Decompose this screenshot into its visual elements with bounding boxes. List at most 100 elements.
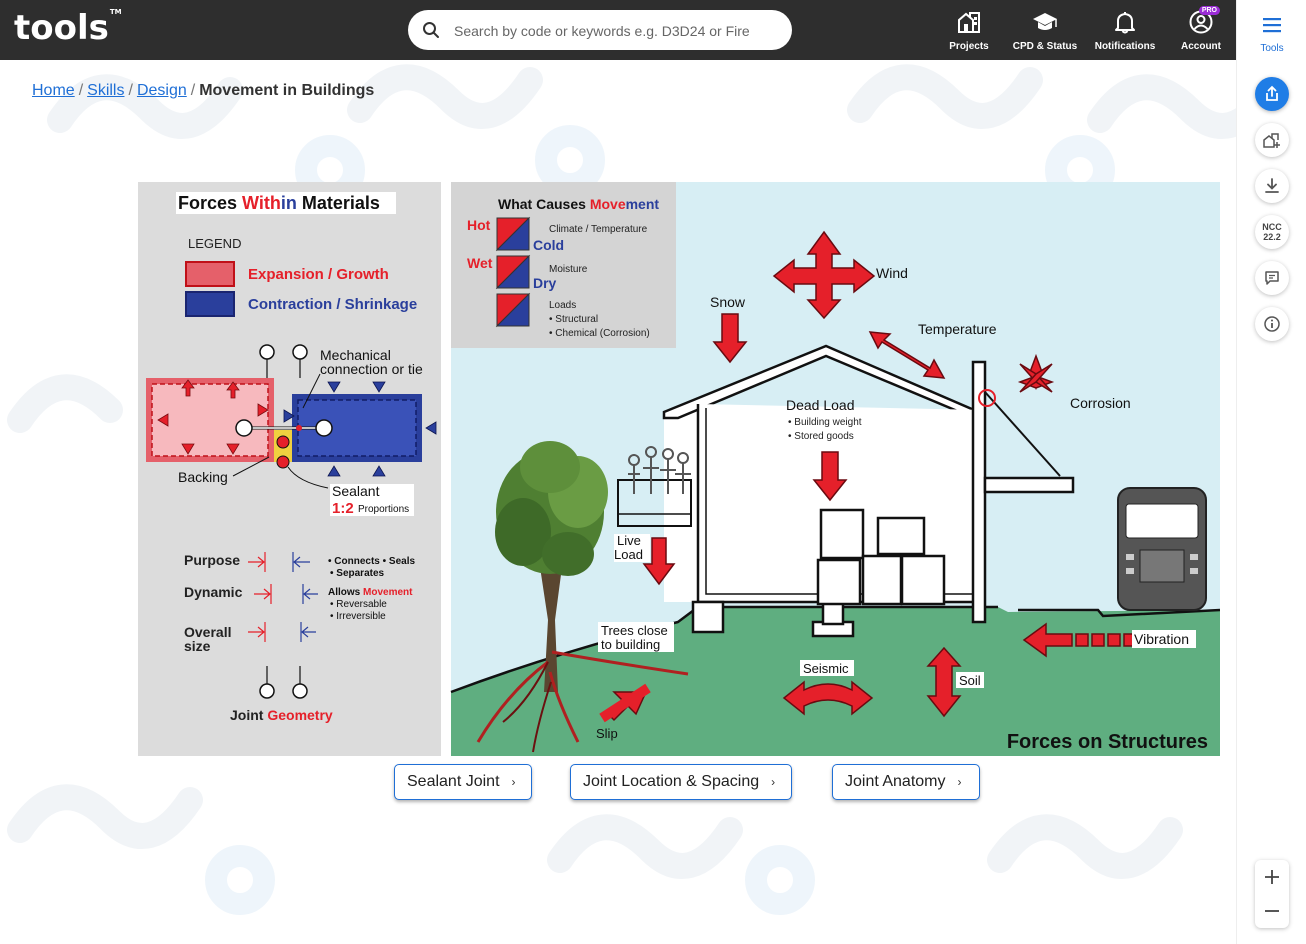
building-weight-label: • Building weight xyxy=(788,417,862,428)
nav-cpd-label: CPD & Status xyxy=(1012,41,1078,52)
hamburger-menu-icon xyxy=(1263,18,1281,33)
download-button[interactable] xyxy=(1255,169,1289,203)
forces-within-title: Forces Within Materials xyxy=(178,193,380,213)
ncc-version-button[interactable]: NCC 22.2 xyxy=(1255,215,1289,249)
pro-badge: PRO xyxy=(1198,6,1220,15)
download-icon xyxy=(1265,178,1279,193)
search-box[interactable] xyxy=(408,10,792,50)
loads-label: Loads xyxy=(549,300,576,311)
movement-in-buildings-diagram: Forces Within Materials LEGEND Expansion… xyxy=(138,182,1220,756)
breadcrumb-separator: / xyxy=(190,82,196,99)
allows-movement: Allows Movement xyxy=(328,587,413,598)
minus-icon xyxy=(1265,910,1279,912)
chevron-right-icon: › xyxy=(957,775,962,789)
nav-cpd-status[interactable]: CPD & Status xyxy=(1012,10,1078,54)
temperature-label: Temperature xyxy=(918,321,997,337)
graduation-cap-icon xyxy=(1033,13,1057,30)
dead-load-label: Dead Load xyxy=(786,397,855,413)
breadcrumb-separator: / xyxy=(128,82,133,99)
breadcrumb-current: Movement in Buildings xyxy=(199,82,375,99)
info-button[interactable] xyxy=(1255,307,1289,341)
structural-label: • Structural xyxy=(549,314,598,325)
nav-projects-label: Projects xyxy=(949,41,989,52)
share-button[interactable] xyxy=(1255,77,1289,111)
zoom-out-button[interactable] xyxy=(1255,894,1289,928)
trees-close-label-1: Trees close xyxy=(601,623,668,638)
nav-projects[interactable]: Projects xyxy=(946,10,992,54)
dry-label: Dry xyxy=(533,275,557,291)
nav-notifications-label: Notifications xyxy=(1094,41,1156,52)
hot-label: Hot xyxy=(467,217,491,233)
reversable-label: • Reversable xyxy=(330,599,387,610)
joint-anatomy-label: Joint Anatomy xyxy=(845,773,946,790)
ncc-version: 22.2 xyxy=(1263,232,1281,242)
backing-label: Backing xyxy=(178,469,228,485)
overall-label-2: size xyxy=(184,638,211,654)
comment-button[interactable] xyxy=(1255,261,1289,295)
nav-account-label: Account xyxy=(1181,41,1221,52)
irreversible-label: • Irreversible xyxy=(330,611,386,622)
nav-account[interactable]: PRO Account xyxy=(1178,6,1224,54)
wet-label: Wet xyxy=(467,255,493,271)
moisture-label: Moisture xyxy=(549,264,588,275)
info-icon xyxy=(1264,316,1280,332)
nav-notifications[interactable]: Notifications xyxy=(1094,10,1156,54)
add-project-icon xyxy=(1263,133,1280,148)
joint-location-link[interactable]: Joint Location & Spacing › xyxy=(570,764,792,800)
dynamic-label: Dynamic xyxy=(184,584,243,600)
breadcrumb-design[interactable]: Design xyxy=(137,82,187,99)
proportions-label: Proportions xyxy=(358,504,409,515)
purpose-desc-1: • Connects • Seals xyxy=(328,556,415,567)
vibration-label: Vibration xyxy=(1134,631,1189,647)
plus-icon xyxy=(1265,870,1279,884)
legend-expansion-swatch xyxy=(185,261,235,287)
legend-heading: LEGEND xyxy=(188,236,241,251)
ncc-label: NCC xyxy=(1262,222,1282,232)
trees-close-label-2: to building xyxy=(601,637,660,652)
chevron-right-icon: › xyxy=(511,775,516,789)
snow-label: Snow xyxy=(710,294,746,310)
zoom-in-button[interactable] xyxy=(1255,860,1289,894)
seismic-label: Seismic xyxy=(803,661,849,676)
tools-logo[interactable]: toolsTM xyxy=(14,8,122,48)
right-sidebar: Tools NCC 22.2 xyxy=(1236,0,1306,944)
causes-swatches xyxy=(495,216,531,328)
tools-menu-button[interactable]: Tools xyxy=(1237,0,1306,60)
add-to-project-button[interactable] xyxy=(1255,123,1289,157)
what-causes-title: What Causes Movement xyxy=(498,196,659,212)
corrosion-label: Corrosion xyxy=(1070,395,1131,411)
breadcrumb-skills[interactable]: Skills xyxy=(87,82,124,99)
purpose-desc-2: • Separates xyxy=(330,568,385,579)
chemical-label: • Chemical (Corrosion) xyxy=(549,328,650,339)
share-icon xyxy=(1266,85,1278,101)
projects-icon xyxy=(958,12,980,33)
search-icon xyxy=(423,22,439,38)
cold-label: Cold xyxy=(533,237,564,253)
legend-expansion-label: Expansion / Growth xyxy=(248,266,389,283)
joint-anatomy-link[interactable]: Joint Anatomy › xyxy=(832,764,980,800)
wind-label: Wind xyxy=(876,265,908,281)
ratio-label: 1:2 xyxy=(332,500,354,517)
joint-location-label: Joint Location & Spacing xyxy=(583,773,760,790)
climate-label: Climate / Temperature xyxy=(549,224,648,235)
purpose-label: Purpose xyxy=(184,552,240,568)
breadcrumb: Home / Skills / Design / Movement in Buildings xyxy=(32,82,374,100)
breadcrumb-separator: / xyxy=(78,82,84,99)
joint-geometry-label: Joint Geometry xyxy=(230,707,333,723)
legend-contraction-label: Contraction / Shrinkage xyxy=(248,296,417,313)
bell-icon xyxy=(1115,12,1135,34)
comment-icon xyxy=(1265,271,1279,285)
search-input[interactable] xyxy=(452,18,776,44)
breadcrumb-home[interactable]: Home xyxy=(32,82,75,99)
sealant-joint-link[interactable]: Sealant Joint › xyxy=(394,764,532,800)
mechanical-label-2: connection or tie xyxy=(320,361,423,377)
forces-on-structures-title: Forces on Structures xyxy=(1007,731,1208,753)
sealant-label: Sealant xyxy=(332,483,380,499)
stored-goods-label: • Stored goods xyxy=(788,431,854,442)
soil-label: Soil xyxy=(959,673,981,688)
zoom-controls xyxy=(1255,860,1289,928)
live-load-label-2: Load xyxy=(614,547,643,562)
slip-label: Slip xyxy=(596,726,618,741)
live-load-label-1: Live xyxy=(617,533,641,548)
legend-contraction-swatch xyxy=(185,291,235,317)
